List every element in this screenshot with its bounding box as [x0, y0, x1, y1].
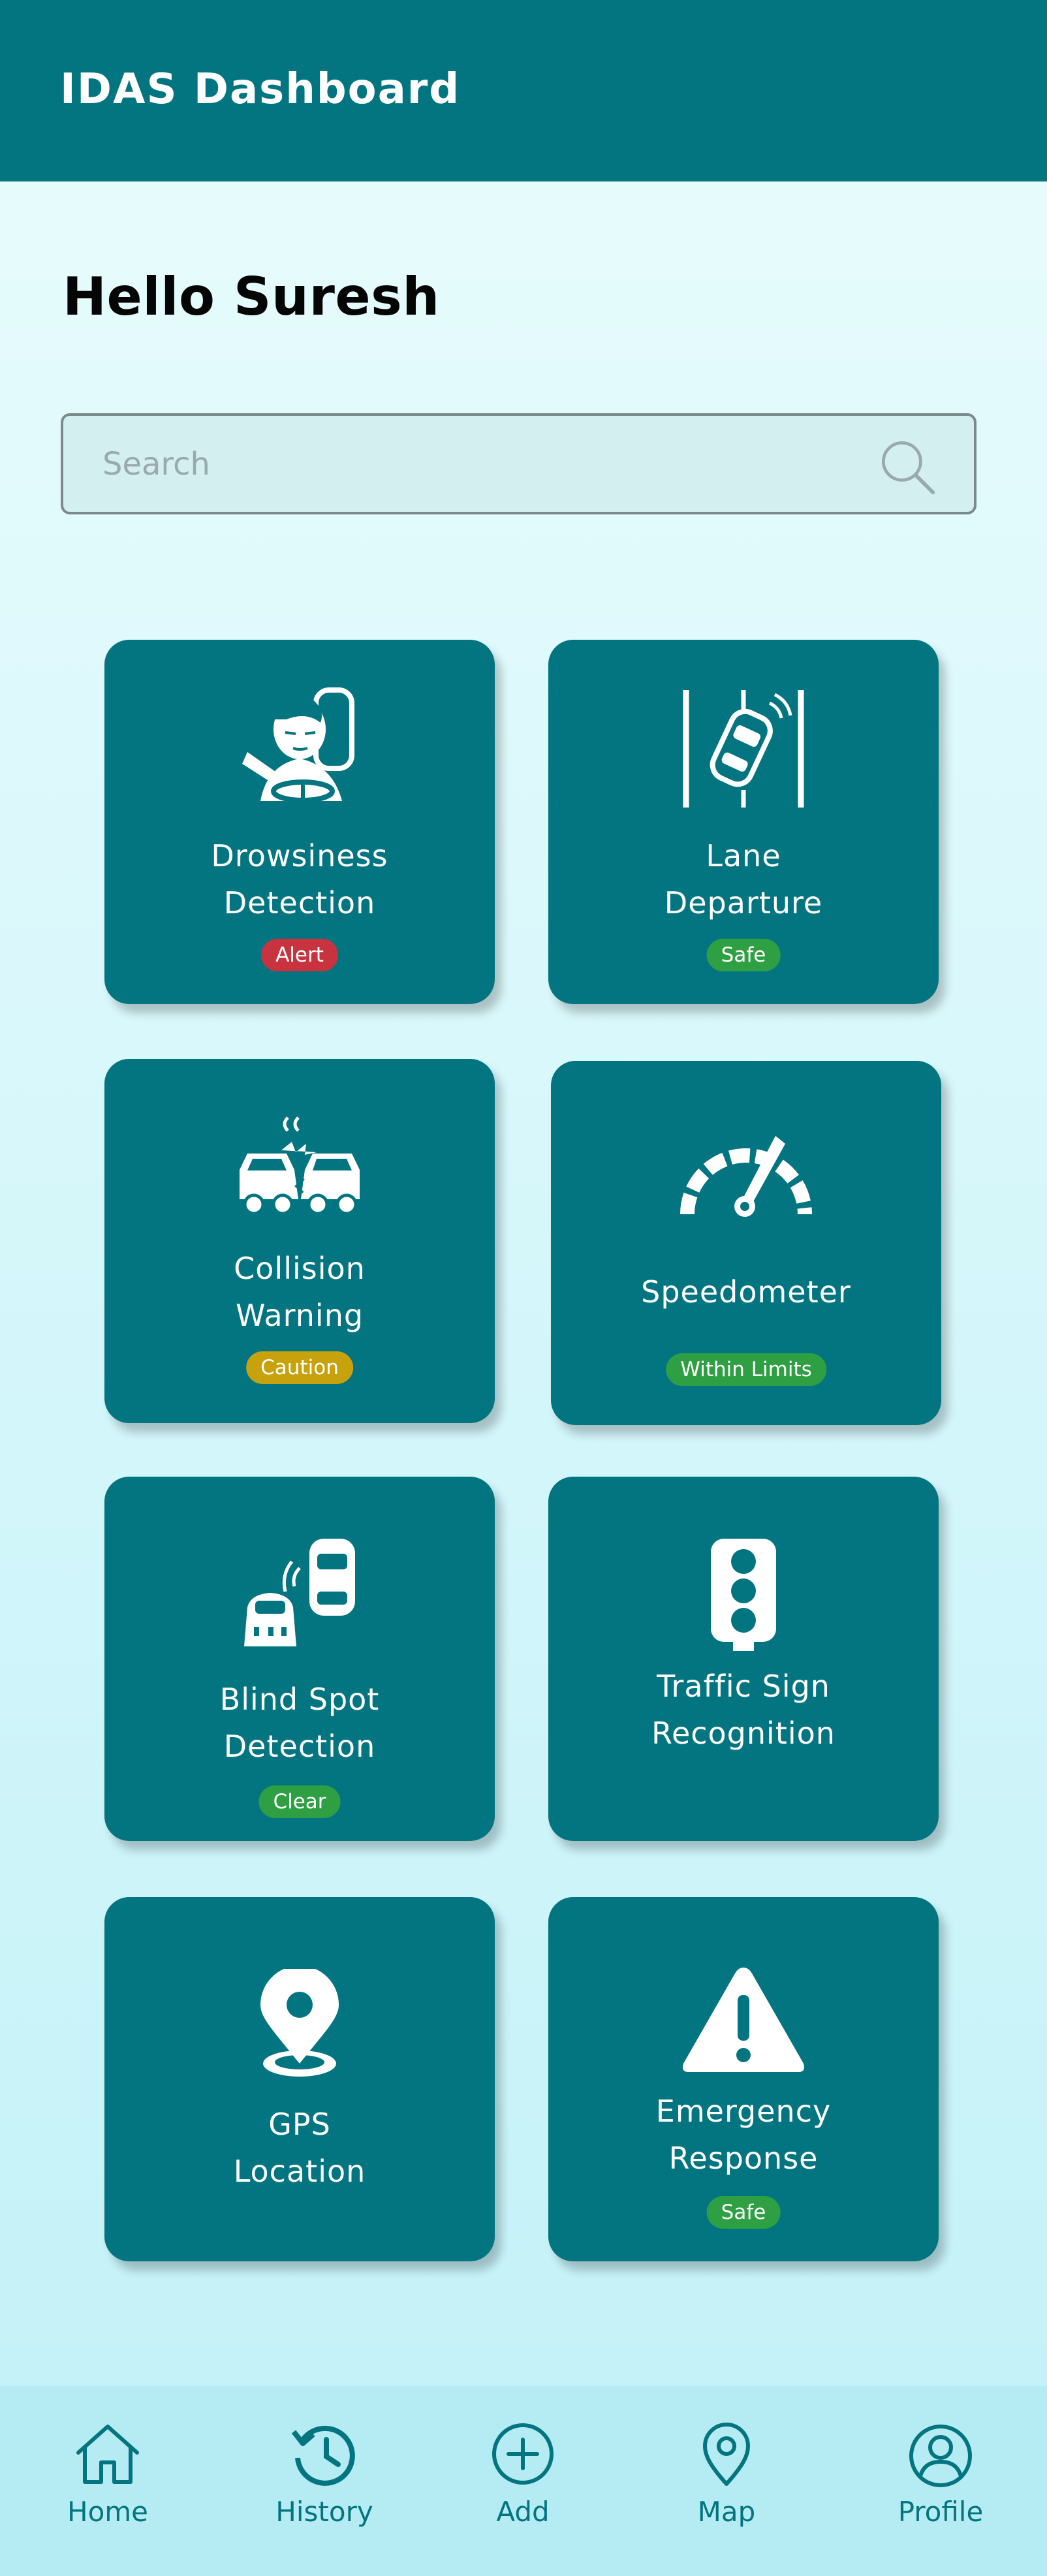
card-traffic-sign-recognition[interactable]: Traffic Sign Recognition — [548, 1477, 939, 1841]
card-title-line2: Detection — [223, 885, 376, 920]
nav-label: Home — [67, 2496, 149, 2528]
history-icon — [246, 2420, 403, 2492]
nav-item-map[interactable]: Map — [648, 2386, 805, 2576]
card-title-line1: Traffic Sign — [657, 1669, 830, 1704]
nav-item-profile[interactable]: Profile — [862, 2386, 1019, 2576]
status-badge-clear: Clear — [258, 1785, 341, 1818]
card-emergency-response[interactable]: Emergency Response Safe — [548, 1897, 939, 2261]
nav-label: Map — [697, 2496, 756, 2528]
app-title: IDAS Dashboard — [60, 65, 461, 114]
search-icon[interactable] — [876, 435, 938, 497]
status-badge-safe: Safe — [706, 939, 781, 971]
card-title-line1: Lane — [706, 838, 781, 873]
nav-label: History — [275, 2496, 373, 2528]
card-title-line1: Speedometer — [641, 1274, 851, 1310]
status-badge-caution: Caution — [246, 1351, 353, 1384]
card-collision-warning[interactable]: Collision Warning Caution — [104, 1059, 495, 1423]
card-title-line2: Detection — [223, 1729, 376, 1764]
nav-label: Profile — [898, 2496, 984, 2528]
card-title-line1: Emergency — [655, 2094, 832, 2129]
card-title-line2: Warning — [235, 1298, 364, 1333]
search-input[interactable] — [102, 416, 873, 512]
blind-spot-icon — [104, 1535, 495, 1653]
add-icon — [445, 2420, 601, 2492]
card-blind-spot-detection[interactable]: Blind Spot Detection Clear — [104, 1477, 495, 1841]
warning-triangle-icon — [548, 1962, 939, 2077]
card-title-line1: Collision — [234, 1251, 366, 1286]
status-badge-alert: Alert — [261, 939, 338, 971]
card-title-line1: Drowsiness — [211, 838, 388, 873]
traffic-light-icon — [548, 1535, 939, 1653]
nav-item-history[interactable]: History — [246, 2386, 403, 2576]
card-title-line1: GPS — [268, 2107, 331, 2142]
profile-icon — [862, 2420, 1019, 2492]
greeting-text: Hello Suresh — [63, 266, 440, 327]
card-speedometer[interactable]: Speedometer Within Limits — [551, 1061, 941, 1425]
card-title-line2: Departure — [664, 885, 823, 920]
status-badge-within-limits: Within Limits — [666, 1353, 826, 1386]
location-pin-icon — [104, 1969, 495, 2080]
card-title-line2: Location — [233, 2154, 366, 2189]
map-pin-icon — [648, 2420, 805, 2492]
speedometer-icon — [551, 1129, 941, 1221]
search-bar[interactable] — [61, 413, 977, 514]
card-title-line1: Blind Spot — [219, 1682, 380, 1717]
nav-label: Add — [496, 2496, 550, 2528]
home-icon — [29, 2420, 186, 2492]
card-gps-location[interactable]: GPS Location — [104, 1897, 495, 2261]
card-title-line2: Response — [668, 2141, 819, 2176]
collision-icon — [104, 1114, 495, 1225]
bottom-navigation: Home History Add Map Profile — [0, 2386, 1047, 2576]
drowsy-driver-icon — [104, 687, 495, 811]
lane-departure-icon — [548, 687, 939, 811]
nav-item-home[interactable]: Home — [29, 2386, 186, 2576]
card-title-line2: Recognition — [651, 1716, 836, 1751]
app-header: IDAS Dashboard — [0, 0, 1047, 181]
card-lane-departure[interactable]: Lane Departure Safe — [548, 640, 939, 1004]
status-badge-safe: Safe — [706, 2196, 781, 2229]
nav-item-add[interactable]: Add — [445, 2386, 601, 2576]
card-drowsiness-detection[interactable]: Drowsiness Detection Alert — [104, 640, 495, 1004]
